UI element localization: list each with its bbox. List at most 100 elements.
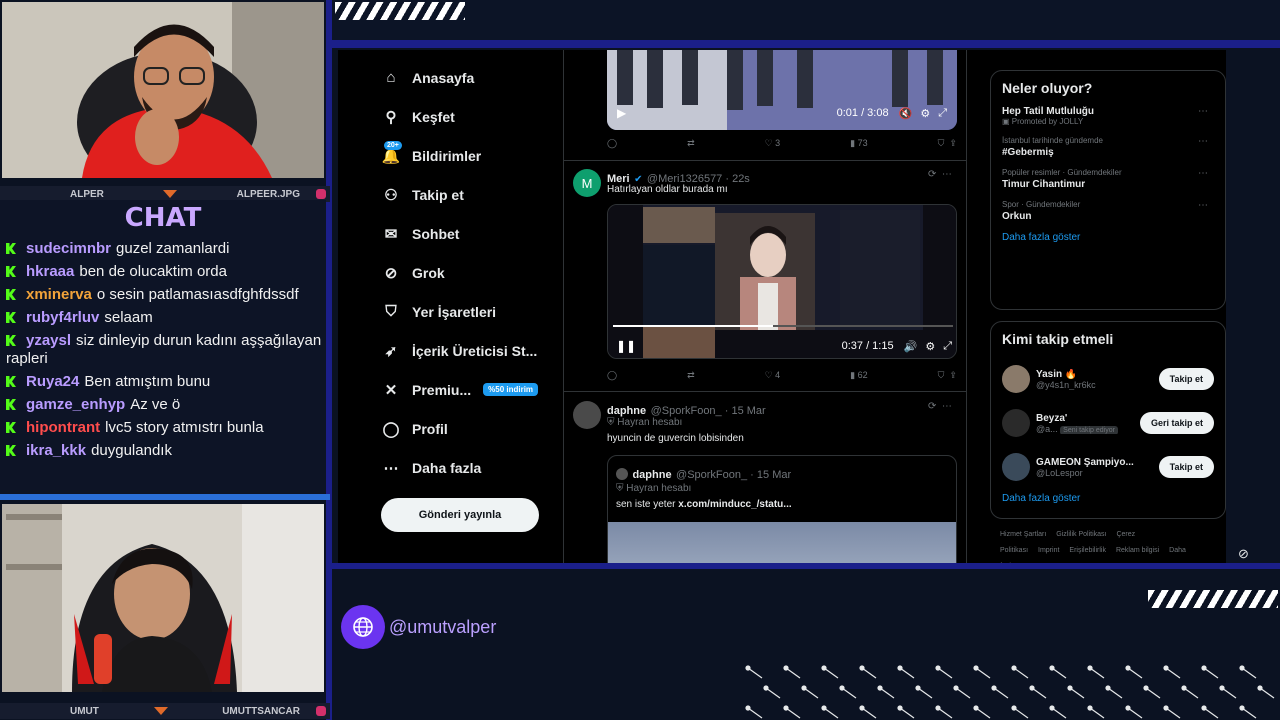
more-icon[interactable]: ⋯ (1198, 106, 1208, 117)
chat-username[interactable]: gamze_enhyp (26, 396, 125, 413)
bookmark-icon[interactable]: ⛉ (938, 138, 945, 148)
decor-dot (1239, 665, 1245, 671)
decor-dot (1105, 685, 1111, 691)
tweet3-menu[interactable]: ⟳ ⋯ (928, 401, 952, 412)
nav-item[interactable]: ⚇ Takip et (382, 175, 562, 214)
follow-button[interactable]: Geri takip et (1139, 412, 1214, 434)
retweet-icon[interactable]: ⇄ (687, 370, 695, 381)
chat-username[interactable]: Ruya24 (26, 373, 79, 390)
fullscreen-icon[interactable]: ⤢ (938, 107, 947, 120)
avatar[interactable] (1002, 453, 1030, 481)
footer-link[interactable]: Hizmet Şartları (1000, 531, 1046, 538)
x-logo-icon: ✕ (384, 381, 398, 399)
trend-item[interactable]: Hep Tatil Mutluluğu ▣ Promoted by JOLLY ⋯ (1002, 106, 1214, 126)
chat-username[interactable]: hkraaa (26, 263, 74, 280)
avatar[interactable]: M (573, 169, 601, 197)
more-icon[interactable]: ⋯ (1198, 200, 1208, 211)
avatar[interactable] (1002, 409, 1030, 437)
play-icon[interactable]: ▶ (617, 106, 626, 120)
nav-item[interactable]: ⛉ Yer İşaretleri (382, 292, 562, 331)
trend-item[interactable]: Popüler resimler · Gündemdekiler Timur Ci… (1002, 168, 1214, 190)
quote-text-plain: sen iste yeter (616, 499, 676, 510)
right-sidebar: Neler oluyor? Hep Tatil Mutluluğu ▣ Promo… (990, 50, 1226, 575)
follow-name[interactable]: GAMEON Şampiyo... (1036, 457, 1134, 468)
avatar[interactable] (1002, 365, 1030, 393)
nav-item[interactable]: ◯ Profil (382, 409, 562, 448)
trends-show-more[interactable]: Daha fazla göster (1002, 232, 1214, 243)
quote-link[interactable]: x.com/minducc_/statu... (678, 499, 791, 510)
more-icon[interactable]: ⋯ (1198, 168, 1208, 179)
quote-tweet[interactable]: daphne @SporkFoon_ · 15 Mar ⛨ Hayran hes… (607, 455, 957, 565)
decor-dot (801, 685, 807, 691)
divider (563, 391, 967, 392)
chat-message: gamze_enhyp Az ve ö (6, 396, 324, 414)
nav-item[interactable]: ✉ Sohbet (382, 214, 562, 253)
webcam-bottom-label: UMUT UMUTTSANCAR (0, 703, 330, 719)
decor-dot (935, 705, 941, 711)
chat-username[interactable]: yzaysl (26, 332, 71, 349)
nav-item[interactable]: ⋯ Daha fazla (382, 448, 562, 487)
chat-username[interactable]: rubyf4rluv (26, 309, 99, 326)
nav-item[interactable]: 🔔 20+ Bildirimler (382, 136, 562, 175)
nav-item[interactable]: ⌂ Anasayfa (382, 58, 562, 97)
chat-text: duygulandık (91, 442, 172, 459)
footer-link[interactable]: Erişilebilirlik (1069, 547, 1106, 554)
follow-show-more[interactable]: Daha fazla göster (1002, 493, 1214, 504)
tweet3-author[interactable]: daphne (607, 405, 646, 417)
bookmark-icon[interactable]: ⛉ (938, 370, 945, 380)
chat-message: yzaysl siz dinleyip durun kadını aşşağıla… (6, 332, 324, 368)
person-add-icon: ⚇ (384, 186, 398, 204)
chat-username[interactable]: sudecimnbr (26, 240, 111, 257)
footer-link[interactable]: Gizlilik Politikası (1056, 531, 1106, 538)
share-icon[interactable]: ⇪ (949, 138, 957, 148)
follow-name[interactable]: Yasin 🔥 (1036, 369, 1096, 380)
follow-button[interactable]: Takip et (1158, 456, 1214, 478)
notification-badge: 20+ (384, 140, 402, 150)
follow-button[interactable]: Takip et (1158, 368, 1214, 390)
trend-item[interactable]: Spor · Gündemdekiler Orkun ⋯ (1002, 200, 1214, 222)
trend-item[interactable]: İstanbul tarihinde gündemde #Gebermiş ⋯ (1002, 136, 1214, 158)
volume-off-icon[interactable]: 🔇 (899, 107, 913, 120)
grok-icon[interactable]: ⊘ (1238, 546, 1266, 562)
avatar[interactable] (573, 401, 601, 429)
settings-icon[interactable]: ⚙ (925, 340, 935, 353)
chat-text: ben de olucaktim orda (79, 263, 227, 280)
nav-item[interactable]: ⚲ Keşfet (382, 97, 562, 136)
video1-time: 0:01 / 3:08 (836, 107, 889, 119)
decor-dot (1029, 685, 1035, 691)
footer-link[interactable]: Reklam bilgisi (1116, 547, 1159, 554)
quote-badge-label: Hayran hesabı (626, 483, 692, 494)
nav-item[interactable]: ✕ Premiu... %50 indirim (382, 370, 562, 409)
retweet-icon[interactable]: ⇄ (687, 138, 695, 149)
chat-username[interactable]: ikra_kkk (26, 442, 86, 459)
tweet2-video[interactable]: ❚❚ 0:37 / 1:15 🔊 ⚙ ⤢ (607, 204, 957, 359)
decor-dot (783, 705, 789, 711)
like-button[interactable]: ♡ 3 (765, 138, 781, 149)
decor-dot (973, 705, 979, 711)
tweet2-menu[interactable]: ⟳ ⋯ (928, 169, 952, 180)
views-button[interactable]: ▮ 62 (850, 370, 867, 381)
like-count: 3 (775, 138, 781, 148)
chat-username[interactable]: hipontrant (26, 419, 100, 436)
pause-icon[interactable]: ❚❚ (616, 339, 636, 353)
views-button[interactable]: ▮ 73 (850, 138, 867, 149)
tweet1-video[interactable]: ▶ 0:01 / 3:08 🔇 ⚙ ⤢ (607, 50, 957, 130)
post-button[interactable]: Gönderi yayınla (381, 498, 539, 532)
chat-username[interactable]: xminerva (26, 286, 92, 303)
settings-icon[interactable]: ⚙ (920, 107, 930, 120)
tweet2-text: Hatırlayan oldlar burada mı (607, 184, 728, 195)
nav-item[interactable]: ➶ İçerik Üreticisi St... (382, 331, 562, 370)
share-icon[interactable]: ⇪ (949, 370, 957, 380)
like-button[interactable]: ♡ 4 (765, 370, 781, 381)
trend-meta: ▣ Promoted by JOLLY (1002, 117, 1214, 126)
volume-icon[interactable]: 🔊 (904, 340, 918, 353)
decor-dot (1143, 685, 1149, 691)
fullscreen-icon[interactable]: ⤢ (943, 340, 952, 353)
nav-item[interactable]: ⊘ Grok (382, 253, 562, 292)
follow-name[interactable]: Beyza' (1036, 413, 1118, 424)
reply-icon[interactable]: ◯ (607, 370, 617, 381)
rocket-icon: ➶ (384, 342, 398, 360)
footer-link[interactable]: Imprint (1038, 547, 1059, 554)
more-icon[interactable]: ⋯ (1198, 136, 1208, 147)
reply-icon[interactable]: ◯ (607, 138, 617, 149)
